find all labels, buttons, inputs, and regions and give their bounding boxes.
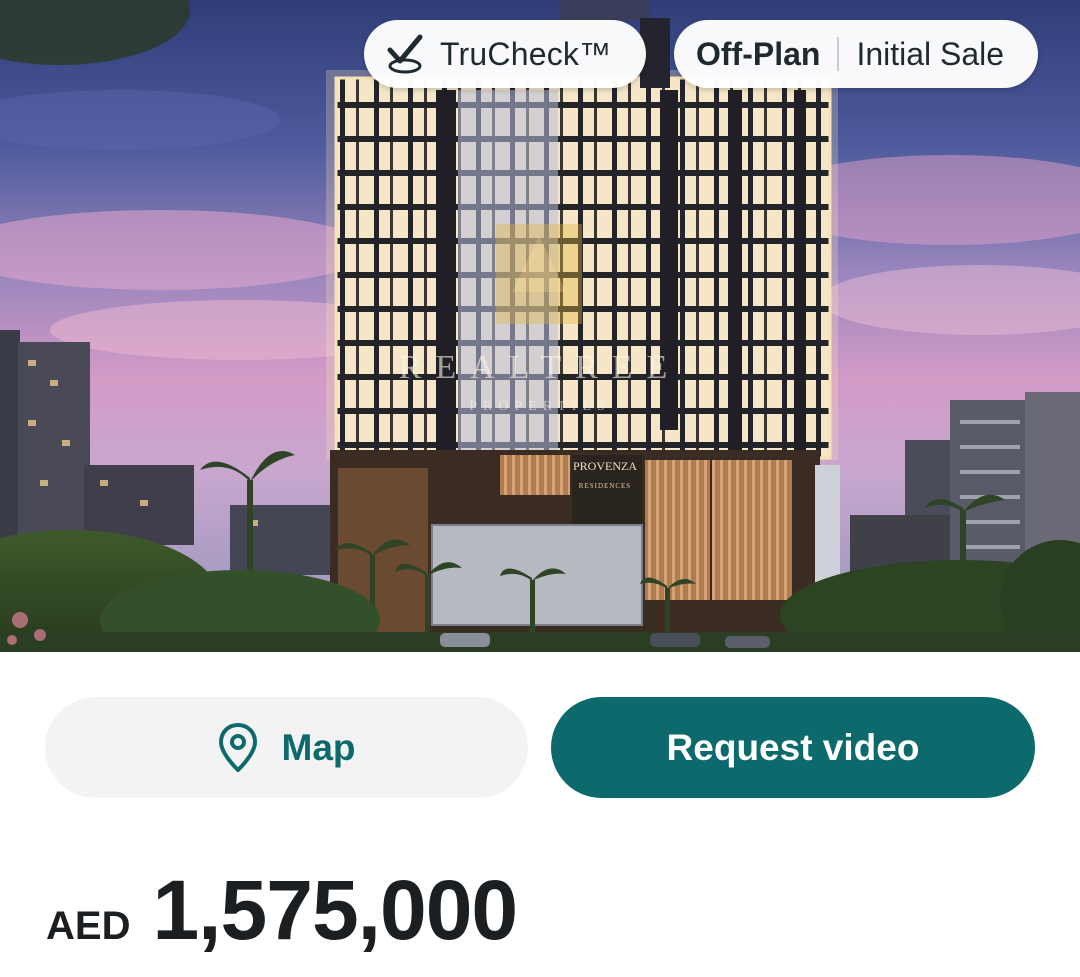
- listing-price: AED 1,575,000: [46, 862, 518, 962]
- status-primary: Off-Plan: [696, 35, 821, 72]
- watermark-logo: [496, 224, 582, 324]
- trucheck-badge[interactable]: TruCheck™: [364, 20, 646, 88]
- request-video-button[interactable]: Request video: [551, 697, 1035, 798]
- trucheck-label: TruCheck™: [440, 35, 612, 72]
- price-currency: AED: [46, 904, 131, 948]
- listing-status-badge: Off-Plan Initial Sale: [674, 20, 1038, 88]
- building-sign: PROVENZA: [573, 459, 637, 473]
- map-button-label: Map: [281, 726, 356, 768]
- status-secondary: Initial Sale: [856, 35, 1005, 72]
- building-sign-sub: RESIDENCES: [579, 482, 631, 490]
- price-amount: 1,575,000: [152, 863, 518, 957]
- listing-photo[interactable]: PROVENZA RESIDENCES REALTREE PROPERTIES: [0, 0, 1080, 652]
- check-badge-icon: [387, 34, 423, 74]
- watermark-subtitle: PROPERTIES: [469, 399, 611, 414]
- building-rendering: PROVENZA RESIDENCES REALTREE PROPERTIES: [0, 0, 1080, 652]
- map-pin-icon: [218, 722, 257, 772]
- status-divider: [837, 37, 840, 71]
- watermark-title: REALTREE: [399, 349, 682, 386]
- request-video-label: Request video: [666, 726, 920, 768]
- map-button[interactable]: Map: [45, 697, 528, 798]
